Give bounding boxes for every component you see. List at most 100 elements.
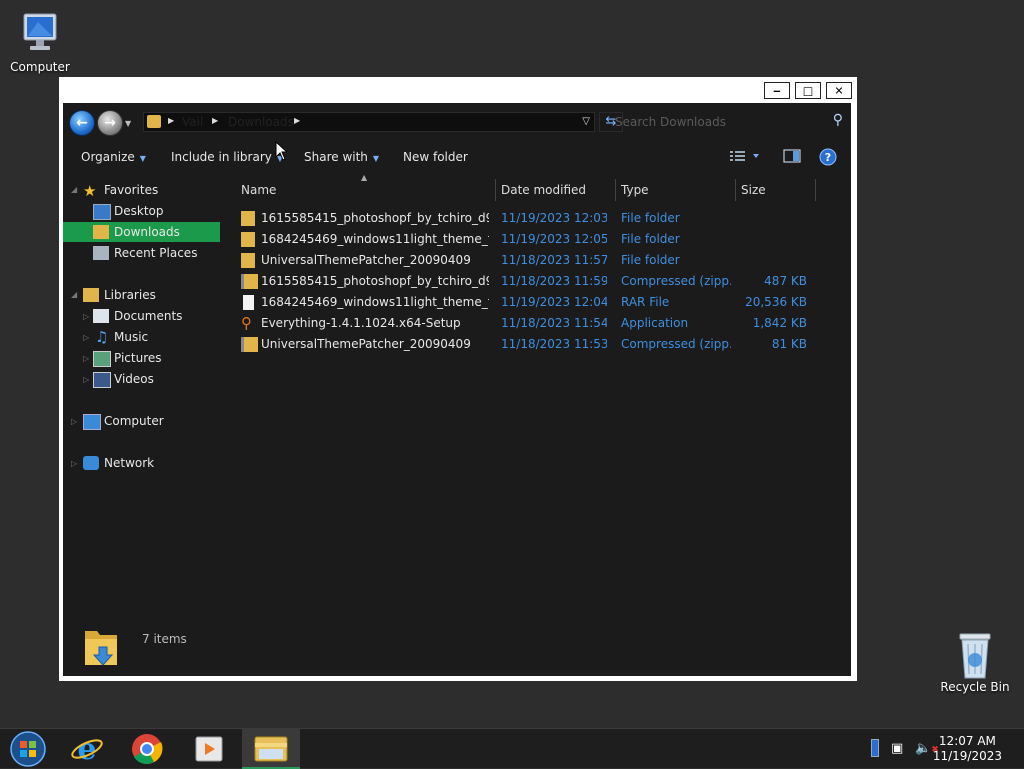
file-name: 1615585415_photoshopf_by_tchiro_d9wc... (261, 211, 489, 225)
windows-logo-icon (10, 731, 46, 767)
nav-desktop[interactable]: Desktop (93, 201, 213, 221)
start-button[interactable] (0, 729, 58, 769)
breadcrumb-vail[interactable]: Vail (182, 115, 203, 129)
table-row[interactable]: UniversalThemePatcher_20090409 11/18/202… (233, 250, 843, 271)
system-clock[interactable]: 12:07 AM 11/19/2023 (933, 734, 1002, 764)
organize-button[interactable]: Organize ▼ (81, 150, 146, 164)
search-box[interactable]: Search Downloads ⚲ (609, 112, 845, 132)
chevron-down-icon: ▼ (372, 154, 380, 163)
new-folder-button[interactable]: New folder (403, 150, 468, 164)
address-bar[interactable]: ▶ Vail ▶ Downloads ▶ ▽ (143, 112, 595, 132)
breadcrumb-chevron-icon[interactable]: ▶ (294, 116, 300, 125)
taskbar-chrome[interactable] (118, 729, 176, 769)
nav-documents[interactable]: Documents (93, 306, 213, 326)
address-dropdown-icon[interactable]: ▽ (582, 116, 590, 127)
expand-favorites-icon[interactable]: ◢ (71, 185, 77, 194)
nav-music[interactable]: ♫ Music (93, 327, 213, 347)
file-type: RAR File (621, 295, 670, 309)
nav-recent-places[interactable]: Recent Places (93, 243, 213, 263)
file-type: Compressed (zipp... (621, 274, 731, 288)
svg-text:e: e (77, 732, 96, 767)
command-bar: Organize ▼ Include in library ▼ Share with… (63, 143, 851, 171)
table-row[interactable]: ⚲ Everything-1.4.1.1024.x64-Setup 11/18/… (233, 313, 843, 334)
nav-libraries[interactable]: Libraries (83, 285, 203, 305)
organize-label: Organize (81, 150, 135, 164)
expand-music-icon[interactable]: ▷ (83, 333, 89, 342)
column-divider[interactable] (735, 179, 736, 201)
taskbar-media-player[interactable] (180, 729, 238, 769)
minimize-icon: ‒ (773, 84, 781, 97)
nav-favorites[interactable]: ★ Favorites (83, 180, 203, 200)
file-date: 11/19/2023 12:03 ... (501, 211, 607, 225)
sort-ascending-icon: ▲ (361, 173, 368, 182)
column-header-type[interactable]: Type (621, 183, 649, 197)
nav-network[interactable]: Network (83, 453, 203, 473)
column-header-date-modified[interactable]: Date modified (501, 183, 586, 197)
window-content: ← → ▼ ▶ Vail ▶ Downloads ▶ ▽ ⇆ Search Do… (63, 103, 851, 676)
nav-computer-label: Computer (104, 414, 164, 428)
chevron-down-icon: ▼ (139, 154, 146, 163)
taskbar-file-explorer[interactable] (242, 729, 300, 769)
nav-downloads[interactable]: Downloads (63, 222, 220, 242)
expand-pictures-icon[interactable]: ▷ (83, 354, 89, 363)
help-button[interactable]: ? (819, 148, 837, 169)
window-caption-buttons: ‒ □ ✕ (764, 82, 852, 99)
back-button[interactable]: ← (69, 110, 95, 136)
expand-videos-icon[interactable]: ▷ (83, 375, 89, 384)
show-hidden-icons-icon[interactable] (871, 739, 879, 757)
expand-computer-icon[interactable]: ▷ (71, 417, 77, 426)
navigation-pane: ◢ ★ Favorites Desktop Downloads Recent P… (63, 175, 221, 615)
table-row[interactable]: 1615585415_photoshopf_by_tchiro_d9wc... … (233, 271, 843, 292)
column-divider[interactable] (615, 179, 616, 201)
column-divider[interactable] (815, 179, 816, 201)
search-icon[interactable]: ⚲ (833, 112, 843, 128)
recycle-bin-label: Recycle Bin (940, 680, 1010, 694)
preview-pane-button[interactable] (783, 148, 801, 167)
file-size: 81 KB (771, 337, 807, 351)
view-options-button[interactable] (729, 148, 761, 167)
nav-desktop-label: Desktop (114, 204, 164, 218)
zip-folder-icon (241, 337, 258, 352)
breadcrumb-chevron-icon[interactable]: ▶ (212, 116, 218, 125)
taskbar-internet-explorer[interactable]: e (58, 729, 116, 769)
nav-pictures[interactable]: Pictures (93, 348, 213, 368)
table-row[interactable]: UniversalThemePatcher_20090409 11/18/202… (233, 334, 843, 355)
nav-videos[interactable]: Videos (93, 369, 213, 389)
pictures-icon (93, 351, 111, 367)
breadcrumb-downloads[interactable]: Downloads (228, 115, 294, 129)
column-header-name[interactable]: Name (241, 183, 276, 197)
minimize-button[interactable]: ‒ (764, 82, 790, 99)
network-icon (83, 456, 99, 470)
recent-pages-dropdown[interactable]: ▼ (125, 119, 131, 128)
network-status-icon[interactable]: ▣ (891, 741, 903, 756)
expand-documents-icon[interactable]: ▷ (83, 312, 89, 321)
expand-network-icon[interactable]: ▷ (71, 459, 77, 468)
desktop-computer-icon[interactable]: Computer (0, 10, 80, 74)
file-name: 1684245469_windows11light_theme_for_... (261, 232, 489, 246)
nav-music-label: Music (114, 330, 149, 344)
nav-computer[interactable]: Computer (83, 411, 203, 431)
file-type: Application (621, 316, 689, 330)
internet-explorer-icon: e (71, 732, 103, 767)
column-divider[interactable] (495, 179, 496, 201)
zip-folder-icon (241, 274, 258, 289)
computer-icon (83, 414, 101, 430)
new-folder-label: New folder (403, 150, 468, 164)
nav-documents-label: Documents (114, 309, 183, 323)
expand-libraries-icon[interactable]: ◢ (71, 290, 77, 299)
table-row[interactable]: 1684245469_windows11light_theme_for_... … (233, 292, 843, 313)
recycle-bin-icon (951, 630, 999, 679)
include-in-library-button[interactable]: Include in library ▼ (171, 150, 283, 164)
desktop-recycle-bin[interactable]: Recycle Bin (935, 630, 1015, 694)
item-count: 7 items (142, 632, 187, 646)
table-row[interactable]: 1615585415_photoshopf_by_tchiro_d9wc... … (233, 208, 843, 229)
column-header-size[interactable]: Size (741, 183, 766, 197)
forward-button[interactable]: → (97, 110, 123, 136)
breadcrumb-chevron-icon[interactable]: ▶ (168, 116, 174, 125)
search-input[interactable]: Search Downloads (615, 115, 726, 129)
help-icon: ? (819, 148, 837, 166)
close-button[interactable]: ✕ (826, 82, 852, 99)
share-with-button[interactable]: Share with ▼ (304, 150, 379, 164)
table-row[interactable]: 1684245469_windows11light_theme_for_... … (233, 229, 843, 250)
maximize-button[interactable]: □ (795, 82, 821, 99)
